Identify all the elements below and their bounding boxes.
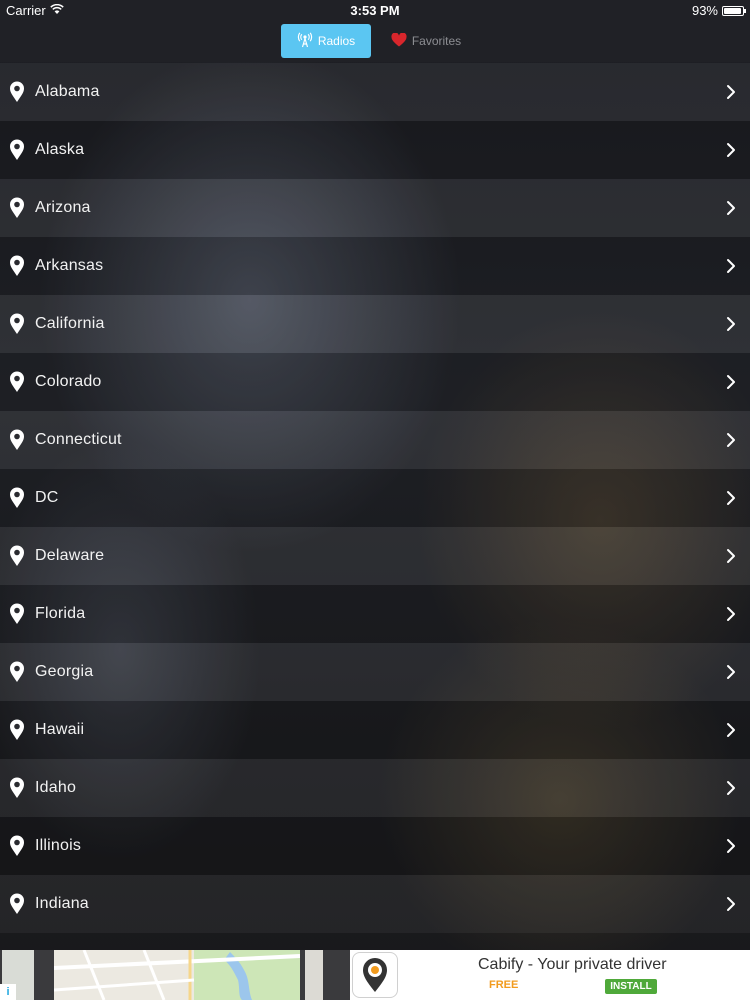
state-row[interactable]: Colorado	[0, 353, 750, 411]
location-pin-icon	[9, 197, 25, 219]
state-row[interactable]: Alabama	[0, 63, 750, 121]
heart-icon	[391, 31, 407, 50]
state-row[interactable]: DC	[0, 469, 750, 527]
ad-title: Cabify - Your private driver	[478, 956, 667, 973]
cabify-logo-icon	[352, 952, 398, 998]
state-name: California	[35, 315, 105, 332]
location-pin-icon	[9, 835, 25, 857]
state-name: Alaska	[35, 141, 85, 158]
location-pin-icon	[9, 313, 25, 335]
chevron-right-icon	[726, 84, 736, 100]
state-row[interactable]: Alaska	[0, 121, 750, 179]
location-pin-icon	[9, 893, 25, 915]
state-row[interactable]: Arkansas	[0, 237, 750, 295]
battery-level	[724, 7, 741, 14]
battery-icon	[722, 5, 746, 16]
chevron-right-icon	[726, 316, 736, 332]
ad-map-panel-right	[305, 950, 323, 1000]
chevron-right-icon	[726, 490, 736, 506]
location-pin-icon	[9, 81, 25, 103]
location-pin-icon	[9, 255, 25, 277]
tab-favorites-label: Favorites	[411, 34, 462, 48]
location-pin-icon	[9, 777, 25, 799]
tab-radios-label: Radios	[317, 34, 356, 48]
state-name: Arkansas	[35, 257, 104, 274]
state-row[interactable]: Florida	[0, 585, 750, 643]
state-row[interactable]: Hawaii	[0, 701, 750, 759]
status-time: 3:53 PM	[350, 3, 400, 18]
location-pin-icon	[9, 371, 25, 393]
chevron-right-icon	[726, 896, 736, 912]
location-pin-icon	[9, 429, 25, 451]
chevron-right-icon	[726, 664, 736, 680]
ad-install-button[interactable]: INSTALL	[605, 979, 657, 994]
chevron-right-icon	[726, 780, 736, 796]
tab-favorites[interactable]: Favorites	[381, 24, 471, 58]
state-name: Florida	[35, 605, 86, 622]
state-name: Arizona	[35, 199, 91, 216]
ad-price: FREE	[489, 979, 519, 991]
state-row[interactable]: California	[0, 295, 750, 353]
ad-info-icon[interactable]: i	[0, 984, 16, 1000]
ad-map-image: i	[0, 950, 350, 1000]
state-name: Hawaii	[35, 721, 85, 738]
state-name: Colorado	[35, 373, 102, 390]
state-row[interactable]: Connecticut	[0, 411, 750, 469]
state-row[interactable]: Indiana	[0, 875, 750, 933]
chevron-right-icon	[726, 200, 736, 216]
chevron-right-icon	[726, 374, 736, 390]
chevron-right-icon	[726, 722, 736, 738]
location-pin-icon	[9, 661, 25, 683]
location-pin-icon	[9, 603, 25, 625]
status-bar: Carrier 3:53 PM 93%	[0, 0, 750, 22]
app-screen: Carrier 3:53 PM 93% Radios Favorites Ala…	[0, 0, 750, 1000]
state-name: DC	[35, 489, 59, 506]
state-name: Idaho	[35, 779, 77, 796]
state-list: Alabama Alaska Arizona Arkansas California Co…	[0, 63, 750, 949]
chevron-right-icon	[726, 838, 736, 854]
ad-banner[interactable]: i Cabify - Your private driver FREE INST…	[0, 950, 750, 1000]
chevron-right-icon	[726, 142, 736, 158]
state-name: Connecticut	[35, 431, 122, 448]
location-pin-icon	[9, 139, 25, 161]
state-name: Indiana	[35, 895, 89, 912]
state-row[interactable]: Illinois	[0, 817, 750, 875]
ad-content[interactable]: Cabify - Your private driver FREE INSTAL…	[350, 950, 750, 1000]
chevron-right-icon	[726, 548, 736, 564]
battery-indicator: 93%	[691, 3, 746, 18]
state-row[interactable]: Georgia	[0, 643, 750, 701]
state-name: Illinois	[35, 837, 82, 854]
radio-antenna-icon	[297, 31, 313, 51]
state-row[interactable]: Arizona	[0, 179, 750, 237]
location-pin-icon	[9, 487, 25, 509]
state-name: Delaware	[35, 547, 105, 564]
tab-radios[interactable]: Radios	[281, 24, 371, 58]
chevron-right-icon	[726, 606, 736, 622]
state-row[interactable]: Delaware	[0, 527, 750, 585]
location-pin-icon	[9, 719, 25, 741]
location-pin-icon	[9, 545, 25, 567]
ad-map-panel	[54, 950, 300, 1000]
segmented-control: Radios Favorites	[0, 22, 750, 62]
chevron-right-icon	[726, 432, 736, 448]
chevron-right-icon	[726, 258, 736, 274]
state-name: Alabama	[35, 83, 100, 100]
state-row[interactable]: Idaho	[0, 759, 750, 817]
battery-percent: 93%	[691, 3, 718, 18]
state-name: Georgia	[35, 663, 94, 680]
